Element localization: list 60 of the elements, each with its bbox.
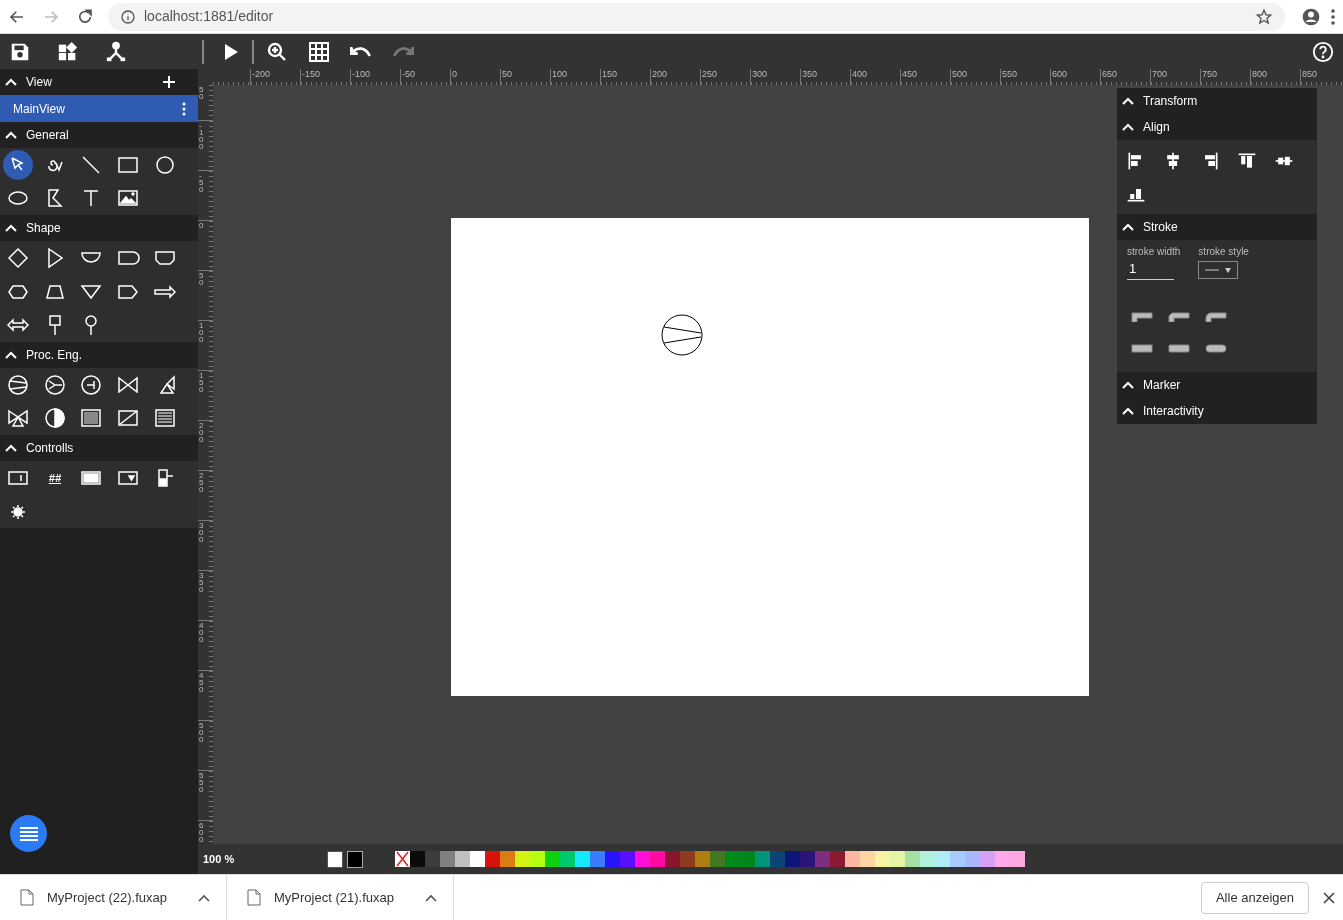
ruler-label: 450: [901, 69, 918, 80]
ruler-label: 100: [198, 321, 203, 343]
section-title: Proc. Eng.: [26, 346, 83, 364]
ruler-label: 250: [701, 69, 718, 80]
ruler-label: 600: [1051, 69, 1068, 80]
ruler-label: 700: [1151, 69, 1168, 80]
view-name: MainView: [13, 100, 65, 118]
ruler-label: 100: [551, 69, 568, 80]
section-title: Shape: [26, 220, 61, 238]
ruler-label: 400: [851, 69, 868, 80]
ruler-label: 550: [198, 771, 203, 793]
ruler-label: -200: [251, 69, 270, 80]
ruler-label: -50: [401, 69, 415, 80]
section-title: General: [26, 127, 69, 144]
ruler-label: 450: [198, 671, 203, 693]
download-file-name[interactable]: MyProject (21).fuxap: [274, 887, 394, 908]
ruler-label: 350: [801, 69, 818, 80]
section-title: Transform: [1143, 93, 1198, 110]
ruler-label: 150: [601, 69, 618, 80]
field-label: stroke width: [1127, 245, 1181, 259]
field-label: stroke style: [1198, 245, 1249, 259]
section-title: Align: [1143, 119, 1170, 136]
section-title: Controlls: [26, 440, 74, 458]
ruler-label: 750: [1201, 69, 1218, 80]
ruler-label: -100: [198, 121, 203, 150]
ruler-label: 50: [198, 271, 203, 286]
view-item[interactable]: MainView: [0, 95, 198, 122]
ruler-label: 50: [501, 69, 512, 80]
ruler-label: 250: [198, 471, 203, 493]
ruler-label: 600: [198, 821, 203, 843]
ruler-label: -150: [301, 69, 320, 80]
stroke-width-field[interactable]: 1: [1127, 259, 1174, 280]
section-title: View: [26, 74, 52, 91]
ruler-label: 400: [198, 621, 203, 643]
ruler-label: 50: [198, 85, 203, 100]
ruler-label: 0: [451, 69, 457, 80]
ruler-label: -100: [351, 69, 370, 80]
show-all-button[interactable]: Alle anzeigen: [1200, 881, 1309, 914]
ruler-label: -50: [198, 171, 203, 193]
tool-button[interactable]: ##: [39, 462, 70, 493]
ruler-label: 300: [198, 521, 203, 543]
ruler-label: 850: [1301, 69, 1318, 80]
zoom-level: 100 %: [203, 851, 236, 867]
ruler-label: 550: [1001, 69, 1018, 80]
ruler-label: 200: [651, 69, 668, 80]
ruler-label: 150: [198, 371, 203, 393]
url-text: localhost:1881/editor: [144, 7, 274, 26]
download-file-name[interactable]: MyProject (22).fuxap: [47, 887, 167, 908]
address-bar[interactable]: localhost:1881/editor: [108, 2, 1285, 31]
section-title: Marker: [1143, 376, 1181, 394]
ruler-label: 500: [198, 721, 203, 743]
ruler-label: 300: [751, 69, 768, 80]
ruler-label: 650: [1101, 69, 1118, 80]
ruler-label: 800: [1251, 69, 1268, 80]
ruler-label: 0: [198, 221, 203, 229]
section-title: Stroke: [1143, 219, 1178, 236]
section-title: Interactivity: [1143, 402, 1204, 420]
ruler-label: 500: [951, 69, 968, 80]
ruler-label: 350: [198, 571, 203, 593]
ruler-label: 200: [198, 421, 203, 443]
